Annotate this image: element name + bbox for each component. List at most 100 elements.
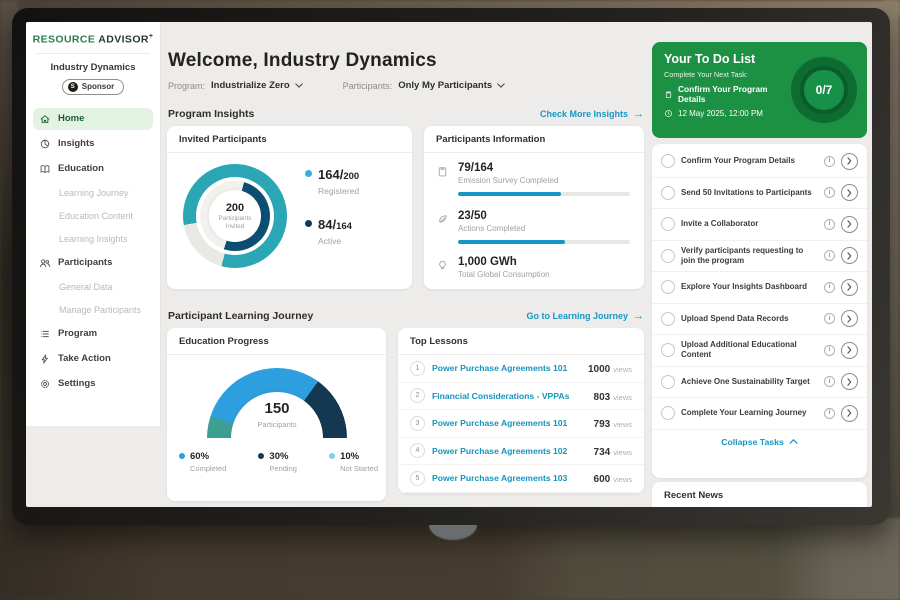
sponsor-badge-label: Sponsor: [82, 82, 114, 91]
progress-fill: [458, 192, 561, 196]
task-open-button[interactable]: [841, 216, 858, 233]
task-row[interactable]: Confirm Your Program Details: [652, 146, 867, 178]
sidebar-item-general-data[interactable]: General Data: [33, 277, 153, 297]
task-checkbox[interactable]: [661, 343, 675, 357]
chevron-right-icon: [847, 346, 852, 354]
chevron-right-icon: [847, 315, 852, 323]
participants-information-card: Participants Information 79/164 Emission…: [424, 126, 644, 289]
todo-summary-card: Your To Do List Complete Your Next Task:…: [652, 42, 867, 138]
task-row[interactable]: Verify participants requesting to join t…: [652, 241, 867, 273]
task-checkbox[interactable]: [661, 249, 675, 263]
task-row[interactable]: Complete Your Learning Journey: [652, 398, 867, 430]
task-row[interactable]: Send 50 Invitations to Participants: [652, 178, 867, 210]
task-checkbox[interactable]: [661, 406, 675, 420]
lesson-rank: 2: [410, 388, 425, 403]
info-icon[interactable]: [824, 250, 835, 261]
legend-registered: 164/200 Registered: [305, 166, 359, 196]
invited-participants-card: Invited Participants 200 Participants In…: [167, 126, 412, 289]
task-open-button[interactable]: [841, 279, 858, 296]
lesson-rank: 3: [410, 416, 425, 431]
go-to-learning-journey-link[interactable]: Go to Learning Journey: [526, 310, 644, 322]
task-open-button[interactable]: [841, 373, 858, 390]
lesson-row: 3 Power Purchase Agreements 101 793views: [398, 410, 644, 438]
info-icon[interactable]: [824, 313, 835, 324]
lesson-link[interactable]: Power Purchase Agreements 103: [432, 473, 587, 483]
stat-actions-completed: 23/50 Actions Completed: [436, 210, 630, 233]
gauge-center-label: Participants: [257, 420, 296, 429]
info-icon[interactable]: [824, 187, 835, 198]
task-open-button[interactable]: [841, 342, 858, 359]
task-checkbox[interactable]: [661, 186, 675, 200]
sidebar-item-manage-participants[interactable]: Manage Participants: [33, 300, 153, 320]
invited-participants-donut-chart: 200 Participants Invited: [183, 164, 287, 268]
task-checkbox[interactable]: [661, 312, 675, 326]
todo-due-date: 12 May 2025, 12:00 PM: [678, 109, 763, 118]
legend-dot: [305, 170, 312, 177]
sidebar-item-learning-journey[interactable]: Learning Journey: [33, 183, 153, 203]
todo-title: Your To Do List: [664, 52, 792, 66]
sidebar-item-home[interactable]: Home: [33, 108, 153, 130]
task-checkbox[interactable]: [661, 154, 675, 168]
task-open-button[interactable]: [841, 247, 858, 264]
task-checkbox[interactable]: [661, 217, 675, 231]
recent-news-title: Recent News: [652, 482, 867, 501]
org-name: Industry Dynamics: [26, 62, 160, 73]
legend-dot: [258, 453, 264, 459]
collapse-tasks-link[interactable]: Collapse Tasks: [652, 430, 867, 454]
lesson-link[interactable]: Power Purchase Agreements 101: [432, 418, 587, 428]
info-icon[interactable]: [824, 219, 835, 230]
info-icon[interactable]: [824, 282, 835, 293]
sponsor-badge: Sponsor: [62, 79, 124, 95]
sidebar-item-insights[interactable]: Insights: [33, 133, 153, 155]
emission-survey-progress-bar: [458, 192, 630, 196]
take-action-icon: [39, 353, 51, 365]
program-filter-label: Program:: [168, 81, 205, 91]
task-row[interactable]: Invite a Collaborator: [652, 209, 867, 241]
lesson-rank: 1: [410, 361, 425, 376]
sidebar-item-education[interactable]: Education: [33, 158, 153, 180]
sidebar-item-program[interactable]: Program: [33, 323, 153, 345]
sidebar-item-take-action[interactable]: Take Action: [33, 348, 153, 370]
sidebar-item-education-content[interactable]: Education Content: [33, 206, 153, 226]
task-row[interactable]: Achieve One Sustainability Target: [652, 367, 867, 399]
chevron-down-icon: [497, 83, 505, 88]
education-progress-card: Education Progress 150 Participants 60% …: [167, 328, 386, 501]
chevron-right-icon: [847, 283, 852, 291]
brand-resource: RESOURCE: [33, 34, 96, 46]
recent-news-card: Recent News: [652, 482, 867, 507]
info-icon[interactable]: [824, 408, 835, 419]
task-row[interactable]: Upload Additional Educational Content: [652, 335, 867, 367]
sidebar-item-participants[interactable]: Participants: [33, 252, 153, 274]
task-checkbox[interactable]: [661, 280, 675, 294]
section-title-learning-journey: Participant Learning Journey: [168, 310, 313, 322]
task-open-button[interactable]: [841, 310, 858, 327]
legend-completed: 60% Completed: [179, 452, 226, 473]
lesson-link[interactable]: Financial Considerations - VPPAs: [432, 391, 587, 401]
participants-dropdown[interactable]: Only My Participants: [398, 80, 505, 91]
progress-fill: [458, 240, 565, 244]
sidebar-item-settings[interactable]: Settings: [33, 373, 153, 395]
sidebar-item-learning-insights[interactable]: Learning Insights: [33, 229, 153, 249]
task-open-button[interactable]: [841, 405, 858, 422]
monitor-bezel: RESOURCE ADVISOR+ Industry Dynamics Spon…: [12, 8, 890, 525]
section-title-program-insights: Program Insights: [168, 108, 254, 120]
task-open-button[interactable]: [841, 153, 858, 170]
chevron-down-icon: [295, 83, 303, 88]
gear-icon: [39, 378, 51, 390]
list-icon: [39, 328, 51, 340]
info-icon[interactable]: [824, 156, 835, 167]
task-row[interactable]: Explore Your Insights Dashboard: [652, 272, 867, 304]
task-row[interactable]: Upload Spend Data Records: [652, 304, 867, 336]
task-open-button[interactable]: [841, 184, 858, 201]
chevron-right-icon: [847, 378, 852, 386]
lesson-row: 2 Financial Considerations - VPPAs 803vi…: [398, 383, 644, 411]
participants-filter-label: Participants:: [343, 81, 393, 91]
check-more-insights-link[interactable]: Check More Insights: [540, 108, 644, 120]
lesson-link[interactable]: Power Purchase Agreements 101: [432, 363, 581, 373]
program-dropdown[interactable]: Industrialize Zero: [211, 80, 303, 91]
info-icon[interactable]: [824, 345, 835, 356]
task-checkbox[interactable]: [661, 375, 675, 389]
lesson-link[interactable]: Power Purchase Agreements 102: [432, 446, 587, 456]
chevron-up-icon: [789, 439, 798, 444]
info-icon[interactable]: [824, 376, 835, 387]
